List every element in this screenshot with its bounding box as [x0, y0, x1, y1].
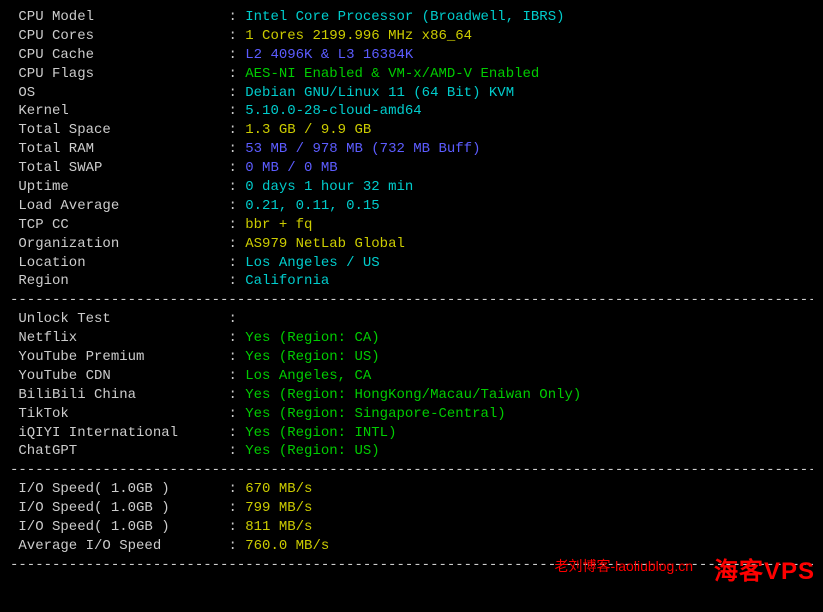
row-chatgpt: ChatGPT : Yes (Region: US) [10, 442, 813, 461]
row-io-avg: Average I/O Speed : 760.0 MB/s [10, 537, 813, 556]
watermark-brand: 海客VPS [714, 556, 815, 588]
row-cpu-cache: CPU Cache : L2 4096K & L3 16384K [10, 46, 813, 65]
row-location: Location : Los Angeles / US [10, 254, 813, 273]
row-cpu-cores: CPU Cores : 1 Cores 2199.996 MHz x86_64 [10, 27, 813, 46]
row-netflix: Netflix : Yes (Region: CA) [10, 329, 813, 348]
row-total-swap: Total SWAP : 0 MB / 0 MB [10, 159, 813, 178]
row-io-2: I/O Speed( 1.0GB ) : 799 MB/s [10, 499, 813, 518]
row-uptime: Uptime : 0 days 1 hour 32 min [10, 178, 813, 197]
row-youtube-cdn: YouTube CDN : Los Angeles, CA [10, 367, 813, 386]
divider: ----------------------------------------… [10, 291, 813, 310]
row-cpu-model: CPU Model : Intel Core Processor (Broadw… [10, 8, 813, 27]
row-tiktok: TikTok : Yes (Region: Singapore-Central) [10, 405, 813, 424]
watermark-blog: 老刘博客-laoliublog.cn [555, 557, 694, 576]
row-total-ram: Total RAM : 53 MB / 978 MB (732 MB Buff) [10, 140, 813, 159]
row-load-average: Load Average : 0.21, 0.11, 0.15 [10, 197, 813, 216]
label: CPU Model [10, 8, 228, 27]
row-youtube-premium: YouTube Premium : Yes (Region: US) [10, 348, 813, 367]
row-bilibili-china: BiliBili China : Yes (Region: HongKong/M… [10, 386, 813, 405]
row-unlock-header: Unlock Test : [10, 310, 813, 329]
row-os: OS : Debian GNU/Linux 11 (64 Bit) KVM [10, 84, 813, 103]
row-io-1: I/O Speed( 1.0GB ) : 670 MB/s [10, 480, 813, 499]
row-iqiyi: iQIYI International : Yes (Region: INTL) [10, 424, 813, 443]
row-cpu-flags: CPU Flags : AES-NI Enabled & VM-x/AMD-V … [10, 65, 813, 84]
divider: ----------------------------------------… [10, 461, 813, 480]
row-total-space: Total Space : 1.3 GB / 9.9 GB [10, 121, 813, 140]
row-organization: Organization : AS979 NetLab Global [10, 235, 813, 254]
row-kernel: Kernel : 5.10.0-28-cloud-amd64 [10, 102, 813, 121]
value: Intel Core Processor (Broadwell, IBRS) [245, 8, 564, 27]
row-tcp-cc: TCP CC : bbr + fq [10, 216, 813, 235]
row-io-3: I/O Speed( 1.0GB ) : 811 MB/s [10, 518, 813, 537]
row-region: Region : California [10, 272, 813, 291]
